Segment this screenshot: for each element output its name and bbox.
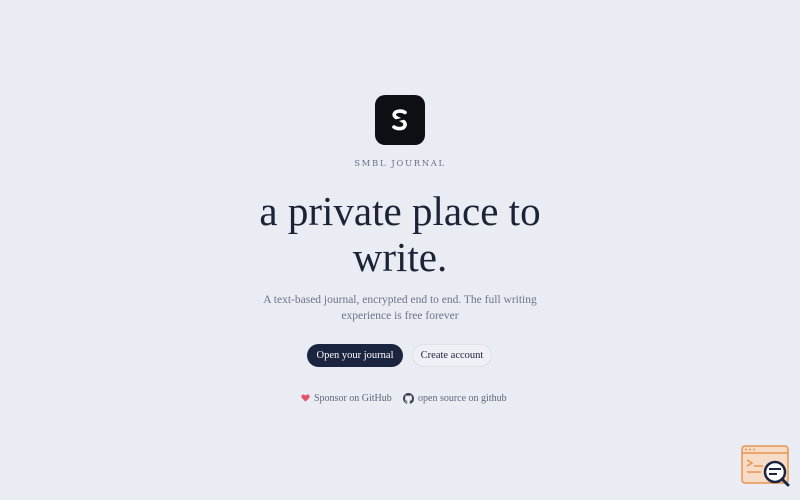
hero-headline: a private place to write. — [0, 188, 800, 280]
github-link[interactable]: open source on github — [403, 391, 507, 405]
heart-icon — [301, 394, 310, 402]
headline-line-1: a private place to — [259, 188, 541, 234]
browser-search-icon — [741, 445, 790, 487]
brand-name: SMBL JOURNAL — [354, 159, 446, 169]
open-journal-button[interactable]: Open your journal — [307, 344, 403, 367]
create-account-button[interactable]: Create account — [412, 344, 492, 367]
landing-page: SMBL JOURNAL a private place to write. A… — [0, 0, 800, 500]
app-logo — [375, 95, 425, 145]
hero-subtitle: A text-based journal, encrypted end to e… — [260, 292, 540, 324]
github-icon — [403, 392, 414, 404]
browser-search-badge[interactable] — [741, 445, 791, 487]
sponsor-label: Sponsor on GitHub — [314, 392, 392, 404]
sponsor-link[interactable]: Sponsor on GitHub — [301, 391, 392, 405]
headline-line-2: write. — [352, 234, 448, 280]
subtitle-line-2: experience is free forever — [341, 310, 459, 322]
s-logo-icon — [391, 109, 409, 131]
subtitle-line-1: A text-based journal, encrypted end to e… — [263, 294, 537, 306]
github-label: open source on github — [418, 392, 507, 404]
